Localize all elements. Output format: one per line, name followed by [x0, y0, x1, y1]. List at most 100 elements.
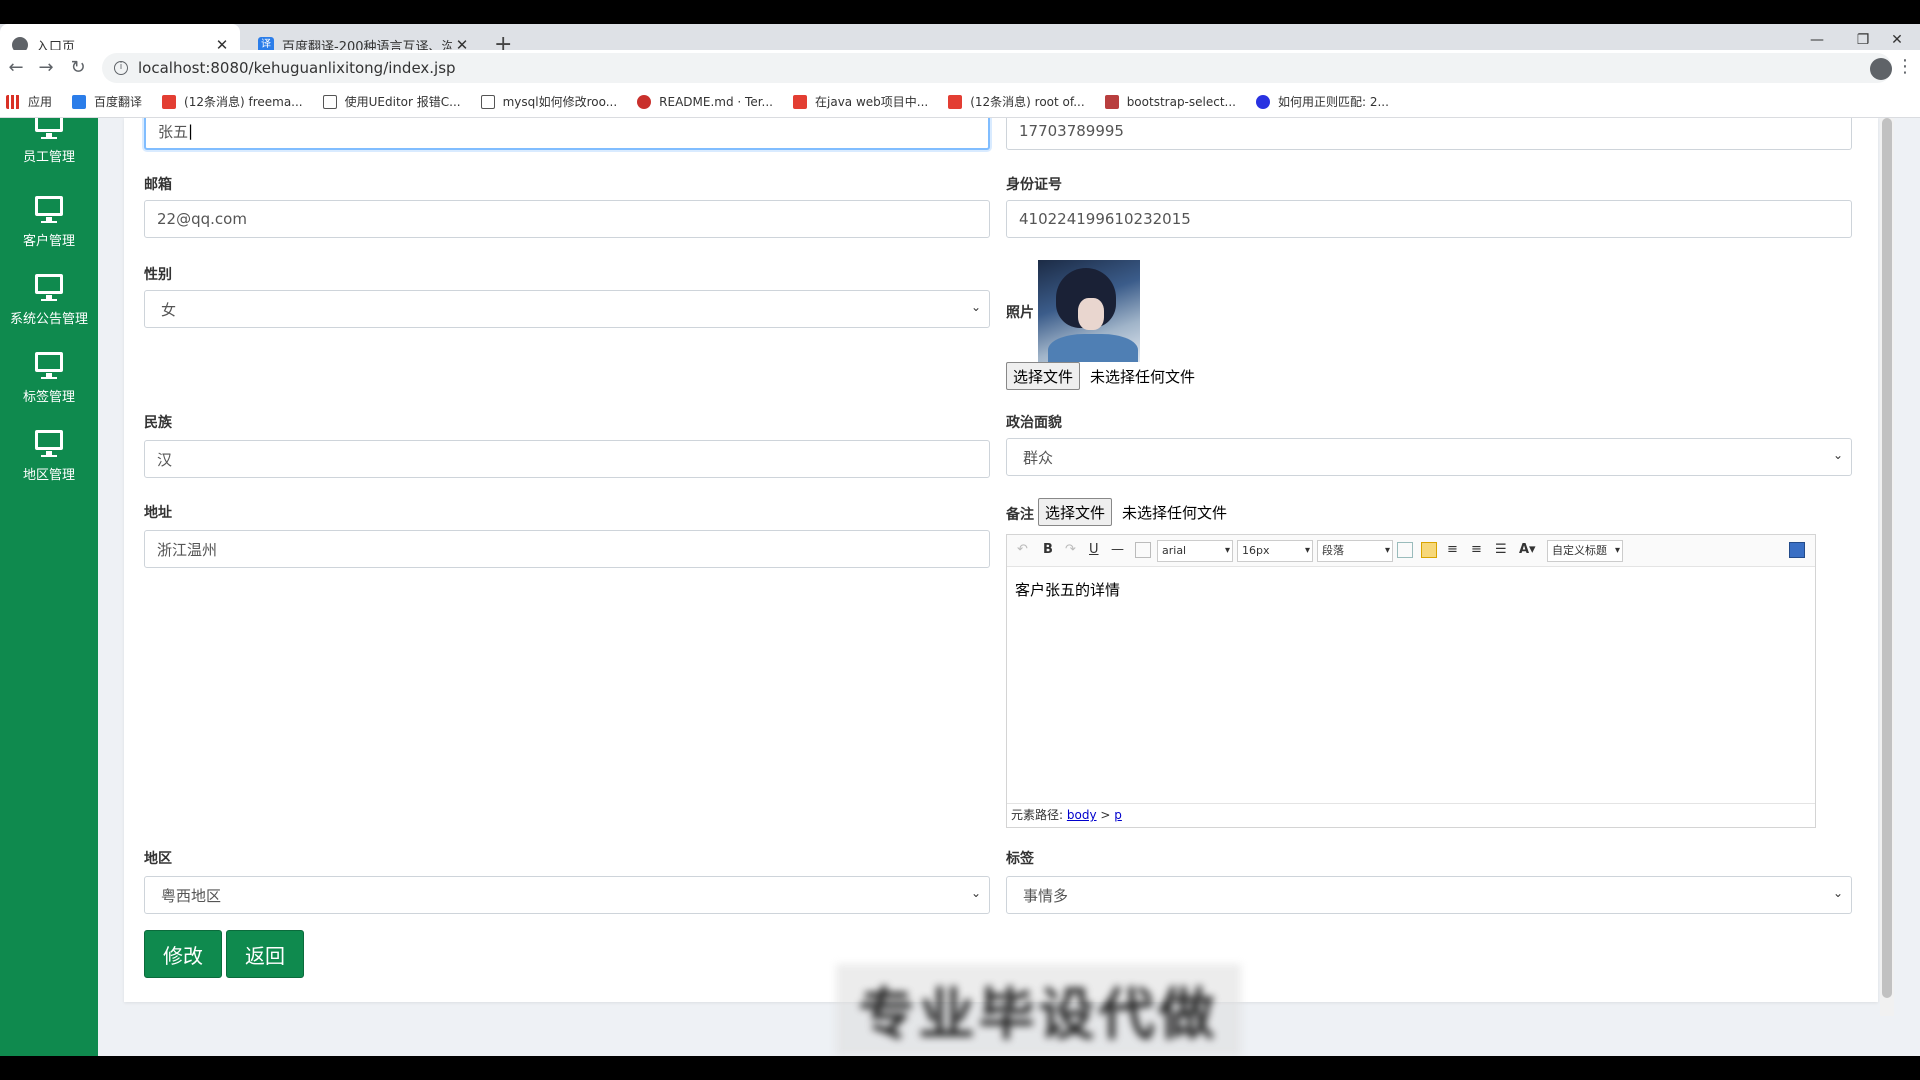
paragraph-select[interactable]: 段落 — [1317, 540, 1393, 562]
idcard-input[interactable]: 410224199610232015 — [1006, 200, 1852, 238]
address-bar[interactable]: i localhost:8080/kehuguanlixitong/index.… — [102, 53, 1892, 83]
address-label: 地址 — [144, 505, 172, 521]
chevron-down-icon: ⌄ — [970, 300, 981, 314]
phone-input[interactable]: 17703789995 — [1006, 118, 1852, 150]
gender-label: 性别 — [144, 267, 172, 283]
chevron-down-icon: ⌄ — [1832, 448, 1843, 462]
sidebar-item-label: 标签管理 — [22, 390, 75, 405]
monitor-icon — [35, 430, 63, 457]
menu-kebab-icon[interactable]: ⋮ — [1896, 56, 1914, 77]
page-viewport: 员工管理 客户管理 系统公告管理 标签管理 地区管理 张五 | 177037899… — [0, 118, 1920, 1056]
path-body-link[interactable]: body — [1067, 808, 1097, 822]
sidebar: 员工管理 客户管理 系统公告管理 标签管理 地区管理 — [0, 118, 98, 1056]
site-info-icon[interactable]: i — [114, 61, 128, 75]
font-color-icon[interactable]: A▾ — [1519, 542, 1536, 557]
csdn-icon — [793, 94, 807, 109]
remark-label: 备注 — [1006, 507, 1034, 523]
baidu-translate-icon — [72, 94, 87, 109]
redo-icon[interactable]: ↷ — [1065, 542, 1076, 557]
blurred-watermark: 专业毕设代做 — [836, 964, 1241, 1056]
ethnic-label: 民族 — [144, 415, 172, 431]
align-center-icon[interactable]: ≡ — [1471, 542, 1482, 557]
profile-avatar-icon[interactable] — [1870, 58, 1892, 80]
ethnic-input[interactable]: 汉 — [144, 440, 990, 478]
idcard-label: 身份证号 — [1006, 177, 1062, 193]
bootstrap-icon — [1104, 94, 1119, 109]
fullscreen-icon[interactable] — [1789, 542, 1805, 558]
remark-rich-editor[interactable]: ↶ B ↷ U — arial 16px 段落 ≡ ≡ ☰ A▾ 自定义标题 客… — [1006, 534, 1816, 828]
sidebar-item-announcements[interactable]: 系统公告管理 — [0, 274, 98, 327]
bookmark-item[interactable]: 使用UEditor 报错C... — [322, 93, 461, 110]
bookmark-apps[interactable]: 应用 — [6, 93, 52, 110]
path-p-link[interactable]: p — [1114, 808, 1122, 822]
tag-select[interactable]: 事情多 ⌄ — [1006, 876, 1852, 914]
remark-file-status: 未选择任何文件 — [1122, 504, 1228, 522]
monitor-icon — [35, 274, 63, 301]
sidebar-item-customers[interactable]: 客户管理 — [0, 196, 98, 249]
font-size-select[interactable]: 16px — [1237, 540, 1313, 562]
bookmark-item[interactable]: 如何用正则匹配: 2... — [1255, 93, 1389, 110]
back-button[interactable]: 返回 — [226, 930, 304, 978]
editor-toolbar: ↶ B ↷ U — arial 16px 段落 ≡ ≡ ☰ A▾ 自定义标题 — [1007, 535, 1815, 567]
csdn-icon — [162, 94, 177, 109]
horizontal-rule-icon[interactable]: — — [1111, 542, 1124, 557]
sidebar-item-employees[interactable]: 员工管理 — [0, 118, 98, 165]
scrollbar-thumb[interactable] — [1882, 118, 1892, 998]
sidebar-item-tags[interactable]: 标签管理 — [0, 352, 98, 405]
photo-label: 照片 — [1006, 305, 1034, 321]
region-label: 地区 — [144, 851, 172, 867]
submit-button[interactable]: 修改 — [144, 930, 222, 978]
monitor-icon — [35, 118, 63, 139]
ueditor-icon — [322, 94, 337, 109]
font-family-select[interactable]: arial — [1157, 540, 1233, 562]
underline-icon[interactable]: U — [1089, 542, 1099, 557]
bookmark-item[interactable]: bootstrap-select... — [1104, 94, 1236, 109]
chevron-down-icon: ⌄ — [1832, 886, 1843, 900]
custom-title-select[interactable]: 自定义标题 — [1547, 540, 1623, 562]
align-left-icon[interactable] — [1421, 542, 1437, 558]
address-input[interactable]: 浙江温州 — [144, 530, 990, 568]
sidebar-item-label: 客户管理 — [22, 234, 75, 249]
gender-select[interactable]: 女 ⌄ — [144, 290, 990, 328]
baidu-paw-icon — [1255, 94, 1270, 109]
customer-photo — [1038, 260, 1140, 362]
sidebar-item-label: 地区管理 — [22, 468, 75, 483]
political-select[interactable]: 群众 ⌄ — [1006, 438, 1852, 476]
name-input[interactable]: 张五 | — [144, 118, 990, 150]
bookmark-item[interactable]: README.md · Ter... — [637, 94, 773, 109]
browser-toolbar: ← → ↻ i localhost:8080/kehuguanlixitong/… — [0, 50, 1920, 86]
align-right-icon[interactable]: ≡ — [1447, 542, 1458, 557]
chevron-down-icon: ⌄ — [970, 886, 981, 900]
apps-icon — [6, 94, 20, 109]
forward-arrow-icon[interactable]: → — [34, 56, 58, 80]
bookmark-item[interactable]: 百度翻译 — [72, 93, 142, 110]
tag-label: 标签 — [1006, 851, 1034, 867]
editor-element-path: 元素路径: body > p — [1007, 803, 1815, 827]
ueditor-icon — [480, 94, 495, 109]
bookmarks-bar: 应用 百度翻译 (12条消息) freema... 使用UEditor 报错C.… — [0, 86, 1920, 118]
back-arrow-icon[interactable]: ← — [4, 56, 28, 80]
bookmark-item[interactable]: mysql如何修改roo... — [480, 93, 617, 110]
bookmark-item[interactable]: (12条消息) freema... — [162, 93, 303, 110]
email-label: 邮箱 — [144, 177, 172, 193]
page-scrollbar[interactable] — [1880, 118, 1894, 1016]
bookmark-item[interactable]: (12条消息) root of... — [948, 93, 1085, 110]
editor-content[interactable]: 客户张五的详情 — [1015, 579, 1120, 600]
reload-icon[interactable]: ↻ — [66, 56, 90, 80]
region-select[interactable]: 粤西地区 ⌄ — [144, 876, 990, 914]
undo-icon[interactable]: ↶ — [1017, 542, 1028, 557]
table-icon[interactable] — [1397, 542, 1413, 558]
monitor-icon — [35, 196, 63, 223]
email-input[interactable]: 22@qq.com — [144, 200, 990, 238]
sidebar-item-regions[interactable]: 地区管理 — [0, 430, 98, 483]
photo-file-status: 未选择任何文件 — [1090, 368, 1196, 386]
monitor-icon — [35, 352, 63, 379]
remark-file-button[interactable]: 选择文件 — [1038, 498, 1113, 526]
blank-page-icon[interactable] — [1135, 542, 1151, 558]
sidebar-item-label: 系统公告管理 — [9, 312, 88, 327]
url-text[interactable]: localhost:8080/kehuguanlixitong/index.js… — [138, 59, 456, 77]
photo-file-button[interactable]: 选择文件 — [1006, 362, 1081, 390]
align-justify-icon[interactable]: ☰ — [1495, 542, 1507, 557]
bookmark-item[interactable]: 在java web项目中... — [793, 93, 928, 110]
bold-icon[interactable]: B — [1043, 542, 1053, 557]
